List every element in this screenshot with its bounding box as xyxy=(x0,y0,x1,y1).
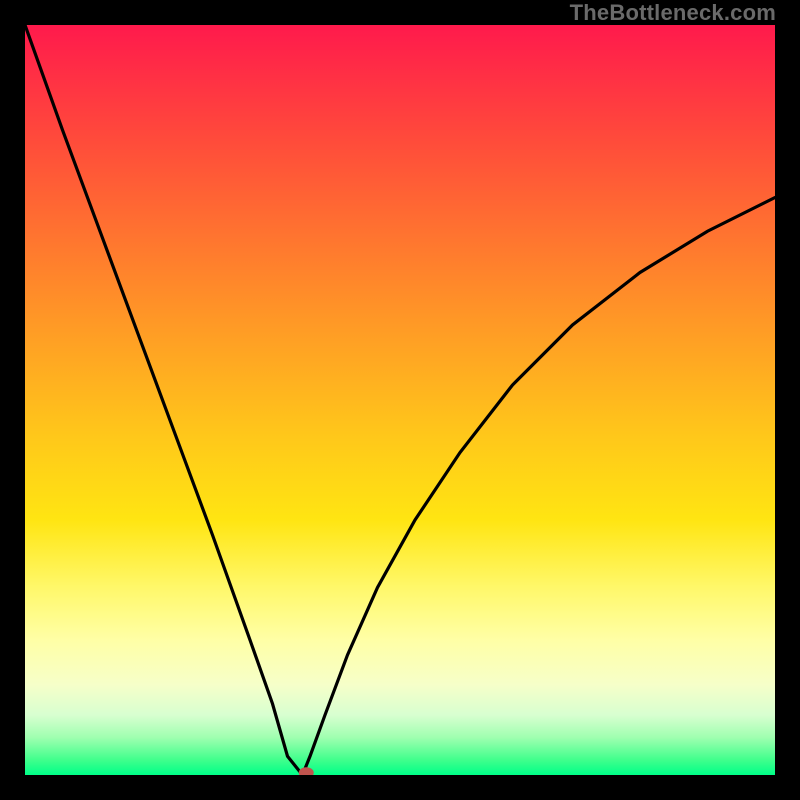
watermark-label: TheBottleneck.com xyxy=(570,0,776,26)
chart-svg xyxy=(25,25,775,775)
plot-area xyxy=(25,25,775,775)
curve-left-descent xyxy=(25,25,303,775)
curve-group xyxy=(25,25,775,775)
curve-right-ascent xyxy=(303,198,776,776)
minimum-marker-icon xyxy=(299,768,313,775)
chart-frame: TheBottleneck.com xyxy=(0,0,800,800)
